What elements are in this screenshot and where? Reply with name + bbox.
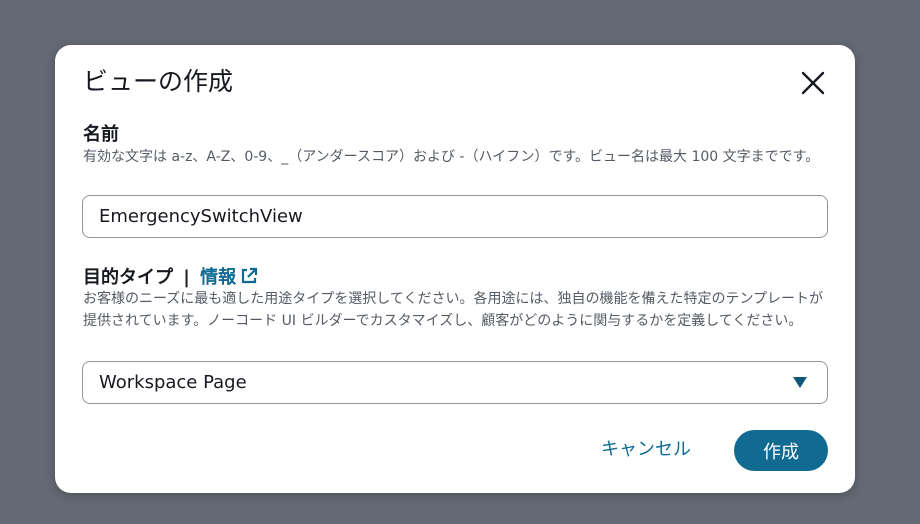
close-icon <box>801 71 825 95</box>
external-link-icon <box>242 267 258 284</box>
info-link-label: 情報 <box>200 267 237 288</box>
info-link[interactable]: 情報 <box>200 267 258 288</box>
name-input[interactable] <box>82 195 828 238</box>
purpose-label-row: 目的タイプ | 情報 <box>83 266 258 290</box>
label-separator: | <box>183 267 190 288</box>
create-button[interactable]: 作成 <box>734 430 828 471</box>
caret-down-icon <box>793 377 807 388</box>
close-button[interactable] <box>799 69 827 97</box>
purpose-label: 目的タイプ <box>83 267 173 288</box>
create-view-dialog: ビューの作成 名前 有効な文字は a-z、A-Z、0-9、_（アンダースコア）お… <box>55 45 855 493</box>
name-label: 名前 <box>83 124 119 145</box>
purpose-description: お客様のニーズに最も適した用途タイプを選択してください。各用途には、独自の機能を… <box>83 291 824 329</box>
dialog-title: ビューの作成 <box>83 67 234 96</box>
purpose-selected-value: Workspace Page <box>99 372 247 393</box>
name-description: 有効な文字は a-z、A-Z、0-9、_（アンダースコア）および -（ハイフン）… <box>83 149 820 165</box>
purpose-type-select[interactable]: Workspace Page <box>82 361 828 404</box>
cancel-button[interactable]: キャンセル <box>601 429 691 471</box>
